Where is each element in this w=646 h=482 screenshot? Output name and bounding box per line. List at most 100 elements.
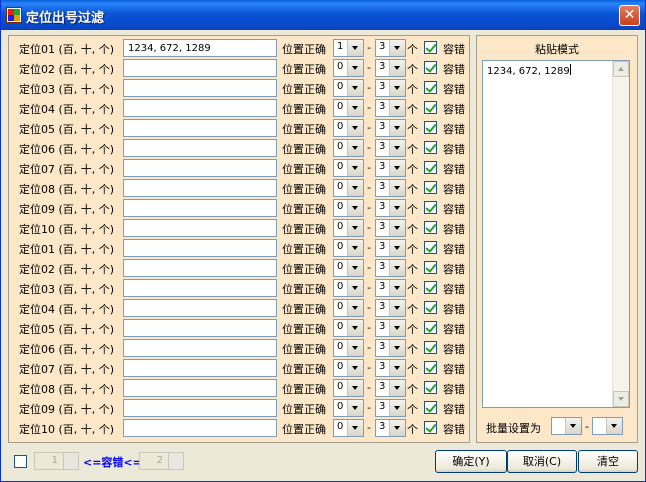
chevron-down-icon[interactable] [347,180,363,196]
max-count-select[interactable]: 3 [375,99,406,117]
chevron-down-icon[interactable] [347,320,363,336]
batch-max-select[interactable] [592,417,623,435]
position-digits-input[interactable] [123,379,277,397]
chevron-down-icon[interactable] [389,200,405,216]
max-count-select[interactable]: 3 [375,139,406,157]
tolerance-checkbox[interactable] [424,361,437,374]
max-count-select[interactable]: 3 [375,299,406,317]
min-count-select[interactable]: 0 [333,159,364,177]
tolerance-min-spinner[interactable]: 1 [34,452,79,470]
chevron-down-icon[interactable] [347,360,363,376]
chevron-down-icon[interactable] [347,220,363,236]
chevron-down-icon[interactable] [347,100,363,116]
clear-button[interactable]: 清空 [578,450,638,473]
max-count-select[interactable]: 3 [375,79,406,97]
max-count-select[interactable]: 3 [375,159,406,177]
tolerance-checkbox[interactable] [424,241,437,254]
tolerance-checkbox[interactable] [424,221,437,234]
batch-min-select[interactable] [551,417,582,435]
max-count-select[interactable]: 3 [375,39,406,57]
tolerance-checkbox[interactable] [424,181,437,194]
spin-up-icon[interactable] [168,453,183,461]
min-count-select[interactable]: 0 [333,119,364,137]
chevron-down-icon[interactable] [389,60,405,76]
chevron-down-icon[interactable] [389,380,405,396]
chevron-down-icon[interactable] [389,420,405,436]
min-count-select[interactable]: 0 [333,299,364,317]
tolerance-checkbox[interactable] [424,121,437,134]
chevron-down-icon[interactable] [347,340,363,356]
chevron-down-icon[interactable] [347,160,363,176]
chevron-down-icon[interactable] [389,240,405,256]
chevron-down-icon[interactable] [347,300,363,316]
chevron-down-icon[interactable] [389,300,405,316]
chevron-down-icon[interactable] [347,200,363,216]
min-count-select[interactable]: 0 [333,259,364,277]
tolerance-checkbox[interactable] [424,401,437,414]
min-count-select[interactable]: 1 [333,39,364,57]
min-count-select[interactable]: 0 [333,419,364,437]
max-count-select[interactable]: 3 [375,419,406,437]
tolerance-checkbox[interactable] [424,161,437,174]
paste-textarea[interactable]: 1234, 672, 1289 [482,60,630,408]
position-digits-input[interactable] [123,39,277,57]
position-digits-input[interactable] [123,359,277,377]
chevron-down-icon[interactable] [389,180,405,196]
chevron-down-icon[interactable] [347,240,363,256]
chevron-down-icon[interactable] [606,418,622,434]
chevron-down-icon[interactable] [389,120,405,136]
tolerance-checkbox[interactable] [424,321,437,334]
chevron-down-icon[interactable] [389,400,405,416]
chevron-down-icon[interactable] [347,120,363,136]
max-count-select[interactable]: 3 [375,279,406,297]
min-count-select[interactable]: 0 [333,79,364,97]
min-count-select[interactable]: 0 [333,339,364,357]
min-count-select[interactable]: 0 [333,379,364,397]
max-count-select[interactable]: 3 [375,399,406,417]
close-button[interactable]: ✕ [619,5,640,26]
max-count-select[interactable]: 3 [375,119,406,137]
cancel-button[interactable]: 取消(C) [507,450,577,473]
chevron-down-icon[interactable] [347,40,363,56]
min-count-select[interactable]: 0 [333,319,364,337]
chevron-down-icon[interactable] [347,60,363,76]
scroll-up-icon[interactable] [613,61,629,77]
ok-button[interactable]: 确定(Y) [435,450,507,473]
paste-scrollbar[interactable] [612,61,629,407]
tolerance-checkbox[interactable] [424,41,437,54]
position-digits-input[interactable] [123,139,277,157]
min-count-select[interactable]: 0 [333,359,364,377]
max-count-select[interactable]: 3 [375,259,406,277]
position-digits-input[interactable] [123,319,277,337]
max-count-select[interactable]: 3 [375,179,406,197]
scroll-down-icon[interactable] [613,391,629,407]
chevron-down-icon[interactable] [389,340,405,356]
min-count-select[interactable]: 0 [333,199,364,217]
tolerance-checkbox[interactable] [424,81,437,94]
position-digits-input[interactable] [123,299,277,317]
min-count-select[interactable]: 0 [333,239,364,257]
min-count-select[interactable]: 0 [333,59,364,77]
chevron-down-icon[interactable] [347,260,363,276]
max-count-select[interactable]: 3 [375,379,406,397]
max-count-select[interactable]: 3 [375,199,406,217]
position-digits-input[interactable] [123,279,277,297]
max-count-select[interactable]: 3 [375,339,406,357]
min-count-select[interactable]: 0 [333,399,364,417]
spin-down-icon[interactable] [168,461,183,469]
tolerance-checkbox[interactable] [424,421,437,434]
position-digits-input[interactable] [123,179,277,197]
spin-down-icon[interactable] [63,461,78,469]
chevron-down-icon[interactable] [347,380,363,396]
chevron-down-icon[interactable] [389,80,405,96]
position-digits-input[interactable] [123,399,277,417]
chevron-down-icon[interactable] [389,220,405,236]
tolerance-checkbox[interactable] [424,301,437,314]
chevron-down-icon[interactable] [347,400,363,416]
chevron-down-icon[interactable] [389,280,405,296]
position-digits-input[interactable] [123,159,277,177]
min-count-select[interactable]: 0 [333,219,364,237]
chevron-down-icon[interactable] [389,260,405,276]
position-digits-input[interactable] [123,79,277,97]
chevron-down-icon[interactable] [347,80,363,96]
